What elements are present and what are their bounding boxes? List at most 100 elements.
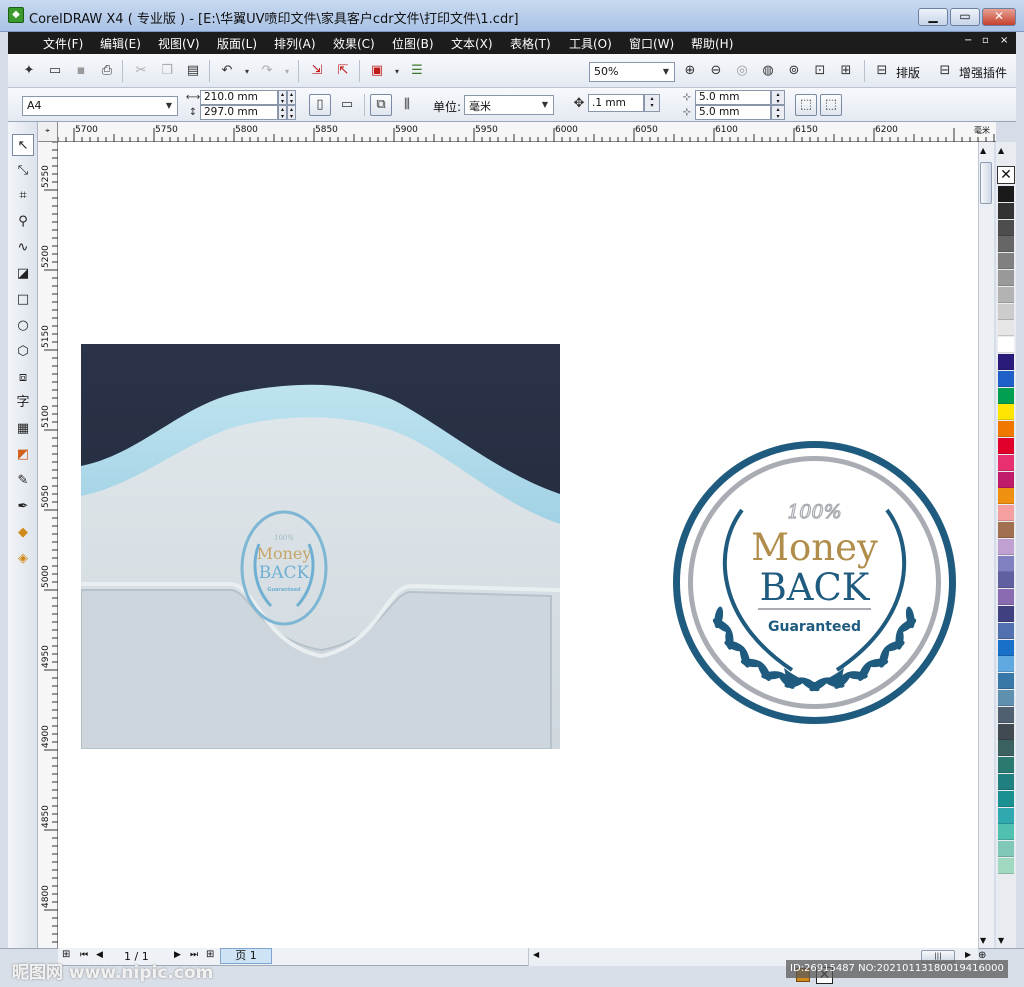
scroll-down-icon[interactable]: ▼ — [980, 936, 986, 945]
outline-pen-tool-icon[interactable]: ✒ — [12, 496, 34, 518]
menu-text[interactable]: 文本(X) — [451, 35, 493, 52]
menu-table[interactable]: 表格(T) — [510, 35, 551, 52]
menu-effects[interactable]: 效果(C) — [333, 35, 375, 52]
vertical-scroll-thumb[interactable] — [980, 162, 992, 204]
basic-shapes-tool-icon[interactable]: ⧈ — [12, 367, 34, 389]
text-tool-icon[interactable]: 字 — [12, 392, 34, 414]
paste-icon[interactable]: ▤ — [184, 62, 202, 80]
zoom-selected-icon[interactable]: ◎ — [733, 62, 751, 80]
table-tool-icon[interactable]: ▦ — [12, 418, 34, 440]
vertical-ruler[interactable]: 5250 5200 5150 5100 5050 5000 4950 4900 … — [38, 142, 58, 948]
freehand-tool-icon[interactable]: ∿ — [12, 237, 34, 259]
plugin-icon[interactable]: ⊟ — [936, 62, 954, 80]
layout-button[interactable]: 排版 — [896, 64, 920, 81]
ruler-origin[interactable]: ⌖ — [38, 122, 58, 142]
duplicate-y-input[interactable]: 5.0 mm — [695, 105, 771, 120]
color-swatch[interactable] — [998, 706, 1014, 723]
height-spinner[interactable]: ▴ ▾ — [278, 105, 287, 120]
new-document-icon[interactable]: ✦ — [20, 62, 38, 80]
width-lock[interactable]: ▴ ▾ — [287, 90, 296, 105]
undo-dropdown-icon[interactable]: ▾ — [238, 63, 256, 81]
duplicate-x-spinner[interactable]: ▴ ▾ — [771, 90, 785, 105]
color-swatch[interactable] — [998, 354, 1014, 370]
color-swatch[interactable] — [998, 656, 1014, 673]
color-swatch[interactable] — [998, 471, 1014, 488]
zoom-tool-icon[interactable]: ⚲ — [12, 211, 34, 233]
color-swatch[interactable] — [998, 774, 1014, 790]
page-height-input[interactable]: 297.0 mm — [200, 105, 278, 120]
color-swatch[interactable] — [998, 790, 1014, 807]
color-swatch[interactable] — [998, 606, 1014, 622]
horizontal-ruler[interactable]: 5700 5750 5800 5850 5900 5950 6000 6050 … — [58, 122, 996, 142]
draw-bounding-box-button[interactable]: ⬚ — [820, 94, 842, 116]
zoom-out-icon[interactable]: ⊖ — [707, 62, 725, 80]
color-swatch[interactable] — [998, 639, 1014, 656]
print-icon[interactable]: ⎙ — [98, 62, 116, 80]
no-color-swatch[interactable]: ✕ — [997, 166, 1015, 184]
undo-icon[interactable]: ↶ — [218, 62, 236, 80]
polygon-tool-icon[interactable]: ⬡ — [12, 341, 34, 363]
scroll-right-icon[interactable]: ▶ — [965, 950, 971, 959]
color-swatch[interactable] — [998, 454, 1014, 471]
menu-bitmaps[interactable]: 位图(B) — [392, 35, 434, 52]
redo-icon[interactable]: ↷ — [258, 62, 276, 80]
palette-scroll-up-icon[interactable]: ▲ — [998, 146, 1004, 155]
color-swatch[interactable] — [998, 673, 1014, 690]
zoom-level-select[interactable]: 50% ▼ — [589, 62, 675, 82]
palette-scroll-down-icon[interactable]: ▼ — [998, 936, 1004, 945]
color-swatch[interactable] — [998, 824, 1014, 841]
plugin-button[interactable]: 增强插件 — [959, 64, 1007, 81]
close-button[interactable]: ✕ — [982, 8, 1016, 26]
zoom-page-icon[interactable]: ⊚ — [785, 62, 803, 80]
color-swatch[interactable] — [998, 202, 1014, 219]
menu-view[interactable]: 视图(V) — [158, 35, 200, 52]
color-swatch[interactable] — [998, 690, 1014, 706]
ellipse-tool-icon[interactable]: ○ — [12, 315, 34, 337]
cut-icon[interactable]: ✂ — [132, 62, 150, 80]
minimize-button[interactable]: ▁ — [918, 8, 948, 26]
copy-icon[interactable]: ❐ — [158, 62, 176, 80]
menu-help[interactable]: 帮助(H) — [691, 35, 733, 52]
duplicate-x-input[interactable]: 5.0 mm — [695, 90, 771, 105]
color-swatch[interactable] — [998, 522, 1014, 538]
rectangle-tool-icon[interactable]: □ — [12, 289, 34, 311]
color-swatch[interactable] — [998, 740, 1014, 757]
duplicate-y-spinner[interactable]: ▴ ▾ — [771, 105, 785, 120]
layout-icon[interactable]: ⊟ — [873, 62, 891, 80]
vertical-scrollbar[interactable] — [978, 142, 994, 948]
pick-tool-icon[interactable]: ↖ — [12, 134, 34, 156]
color-swatch[interactable] — [998, 186, 1014, 202]
color-swatch[interactable] — [998, 387, 1014, 404]
page-tab[interactable]: 页 1 — [220, 948, 272, 964]
menu-edit[interactable]: 编辑(E) — [100, 35, 141, 52]
color-swatch[interactable] — [998, 538, 1014, 555]
color-swatch[interactable] — [998, 488, 1014, 505]
all-pages-button[interactable]: ⧉ — [370, 94, 392, 116]
color-swatch[interactable] — [998, 253, 1014, 270]
headboard-bitmap-image[interactable]: 100% Money BACK Guaranteed — [81, 344, 560, 749]
color-swatch[interactable] — [998, 841, 1014, 858]
open-folder-icon[interactable]: ▭ — [46, 62, 64, 80]
eyedropper-tool-icon[interactable]: ✎ — [12, 470, 34, 492]
units-select[interactable]: 毫米 ▼ — [464, 95, 554, 115]
zoom-page-width-icon[interactable]: ⊡ — [811, 62, 829, 80]
color-swatch[interactable] — [998, 236, 1014, 253]
import-icon[interactable]: ⇲ — [308, 62, 326, 80]
landscape-icon[interactable]: ▭ — [338, 96, 356, 114]
color-swatch[interactable] — [998, 270, 1014, 286]
welcome-screen-icon[interactable]: ☰ — [408, 62, 426, 80]
interactive-blend-tool-icon[interactable]: ◩ — [12, 444, 34, 466]
menu-window[interactable]: 窗口(W) — [629, 35, 674, 52]
save-icon[interactable]: ▪ — [72, 62, 90, 80]
doc-restore-button[interactable]: ▫ — [982, 35, 989, 46]
color-swatch[interactable] — [998, 320, 1014, 337]
doc-minimize-button[interactable]: − — [964, 35, 972, 46]
page-width-input[interactable]: 210.0 mm — [200, 90, 278, 105]
color-swatch[interactable] — [998, 858, 1014, 874]
money-back-guaranteed-seal[interactable]: 100% Money BACK Guaranteed — [672, 440, 957, 725]
portrait-button[interactable]: ▯ — [309, 94, 331, 116]
export-icon[interactable]: ⇱ — [334, 62, 352, 80]
color-swatch[interactable] — [998, 757, 1014, 774]
color-swatch[interactable] — [998, 438, 1014, 454]
maximize-button[interactable]: ▭ — [950, 8, 980, 26]
